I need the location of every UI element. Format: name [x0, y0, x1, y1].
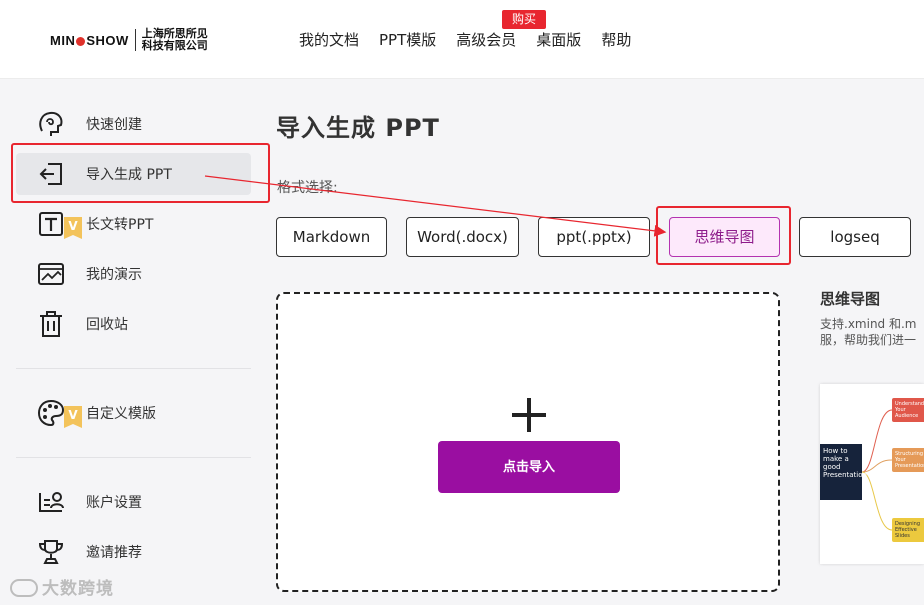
trophy-icon: [38, 540, 64, 564]
logo[interactable]: MIN SHOW 上海所思所见 科技有限公司: [50, 28, 208, 52]
page-title: 导入生成 PPT: [276, 114, 440, 142]
sidebar-item-trash[interactable]: 回收站: [16, 303, 251, 345]
main-nav: 我的文档 PPT模版 高级会员 桌面版 帮助: [299, 29, 651, 50]
sidebar-divider: [16, 457, 251, 458]
mindmap-preview: How to make a good Presentation Understa…: [820, 384, 924, 564]
nav-premium[interactable]: 高级会员: [456, 29, 516, 50]
palette-icon: [37, 399, 65, 427]
highlight-box-import: [11, 143, 270, 203]
account-settings-icon: [39, 492, 64, 512]
format-option-pptx[interactable]: ppt(.pptx): [538, 217, 650, 257]
sidebar-item-quick-create[interactable]: 快速创建: [16, 103, 251, 145]
format-option-markdown[interactable]: Markdown: [276, 217, 387, 257]
sidebar-item-account-settings[interactable]: 账户设置: [16, 481, 251, 523]
presentation-icon: [38, 263, 64, 285]
logo-separator: [134, 29, 136, 51]
sidebar-item-invite[interactable]: 邀请推荐: [16, 531, 251, 573]
buy-badge[interactable]: 购买: [502, 10, 546, 29]
import-dropzone[interactable]: 点击导入: [276, 292, 780, 592]
format-option-logseq[interactable]: logseq: [799, 217, 911, 257]
mindmap-node: Understand Your Audience: [892, 398, 924, 422]
vip-badge: V: [64, 217, 82, 239]
brain-icon: [39, 111, 63, 136]
mindmap-node: Structuring Your Presentation: [892, 448, 924, 472]
text-doc-icon: [39, 212, 63, 236]
nav-desktop[interactable]: 桌面版: [536, 29, 581, 50]
nav-my-docs[interactable]: 我的文档: [299, 29, 359, 50]
format-option-mindmap[interactable]: 思维导图: [669, 217, 780, 257]
format-option-word[interactable]: Word(.docx): [406, 217, 519, 257]
format-info-title: 思维导图: [820, 290, 881, 308]
format-label: 格式选择:: [277, 180, 338, 196]
sidebar-divider: [16, 368, 251, 369]
logo-dot-icon: [76, 36, 86, 46]
sidebar-item-long-text[interactable]: V 长文转PPT: [16, 203, 251, 245]
top-header: MIN SHOW 上海所思所见 科技有限公司 我的文档 PPT模版 高级会员 桌面…: [0, 0, 924, 79]
sidebar-item-my-presentations[interactable]: 我的演示: [16, 253, 251, 295]
logo-wordmark: MIN SHOW: [50, 32, 129, 48]
trash-icon: [40, 311, 62, 337]
sidebar-item-custom-template[interactable]: V 自定义模版: [16, 392, 251, 434]
logo-company-name: 上海所思所见 科技有限公司: [141, 27, 208, 52]
mindmap-root-node: How to make a good Presentation: [820, 444, 867, 500]
watermark: 大数跨境: [10, 574, 114, 599]
nav-help[interactable]: 帮助: [601, 29, 631, 50]
watermark-logo-icon: [10, 579, 38, 597]
nav-ppt-templates[interactable]: PPT模版: [379, 29, 436, 50]
vip-badge: V: [64, 406, 82, 428]
plus-icon: [512, 398, 546, 432]
format-info-description: 支持.xmind 和.m 服，帮助我们进一: [820, 317, 917, 347]
mindmap-node: Designing Effective Slides: [892, 518, 924, 542]
import-button[interactable]: 点击导入: [438, 441, 620, 493]
